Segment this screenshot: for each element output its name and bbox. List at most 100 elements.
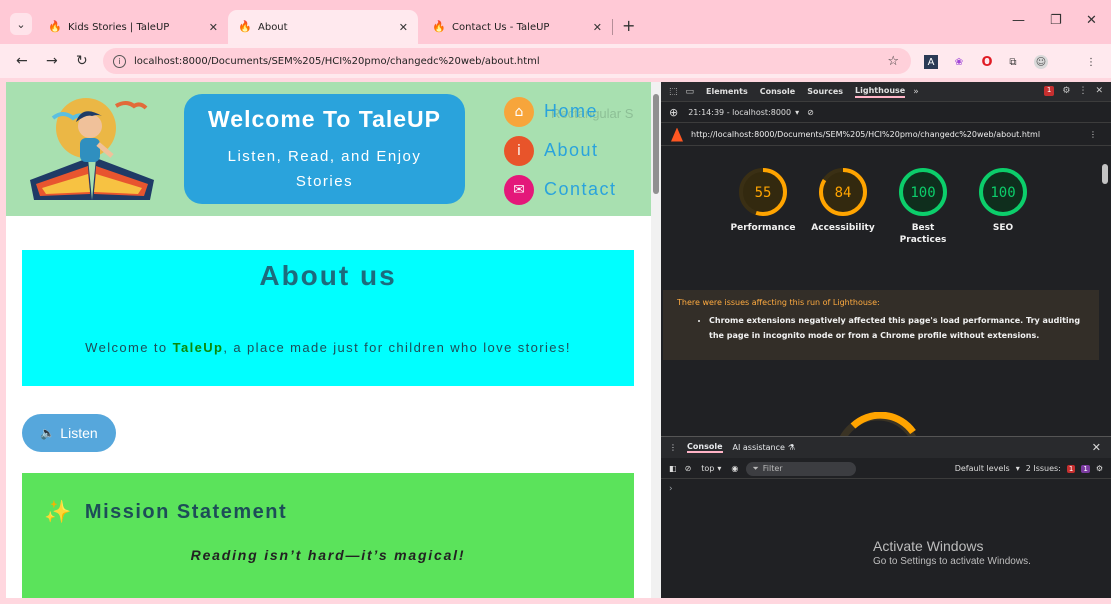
score-gauge[interactable]: 100 SEO	[963, 166, 1043, 234]
eye-icon[interactable]: ◉	[731, 464, 738, 473]
drawer-tab-console[interactable]: Console	[687, 442, 723, 453]
close-icon[interactable]: ✕	[209, 21, 218, 34]
close-icon[interactable]: ✕	[399, 21, 408, 34]
address-bar[interactable]: i localhost:8000/Documents/SEM%205/HCI%2…	[103, 48, 911, 74]
nav-about-label: About	[544, 140, 599, 160]
devtools-tab-bar: ⬚ ▭ Elements Console Sources Lighthouse …	[661, 82, 1111, 102]
about-text: Welcome to TaleUp, a place made just for…	[22, 340, 634, 355]
console-prompt-icon[interactable]: ›	[669, 484, 673, 494]
devtools-panel: ⬚ ▭ Elements Console Sources Lighthouse …	[661, 82, 1111, 598]
welcome-title: Welcome To TaleUP	[208, 106, 441, 132]
mission-heading: ✨ Mission Statement	[44, 499, 287, 525]
about-text-after: , a place made just for children who lov…	[223, 340, 571, 355]
score-gauge[interactable]: 84 Accessibility	[803, 166, 883, 234]
tab-kids-stories[interactable]: 🔥 Kids Stories | TaleUP ✕	[38, 10, 228, 44]
warning-title: There were issues affecting this run of …	[677, 298, 880, 307]
listen-button-label: Listen	[60, 425, 98, 441]
warning-issue-count[interactable]: 1	[1081, 464, 1090, 473]
clear-reports-icon[interactable]: ⊘	[807, 108, 814, 117]
console-settings-gear-icon[interactable]: ⚙	[1096, 464, 1103, 473]
address-url: localhost:8000/Documents/SEM%205/HCI%20p…	[134, 55, 540, 67]
nav-contact[interactable]: ✉ Contact	[504, 170, 617, 209]
browser-menu-icon[interactable]: ⋮	[1084, 55, 1098, 69]
inspect-element-icon[interactable]: ⬚	[669, 87, 678, 97]
page-viewport: Welcome To TaleUP Listen, Read, and Enjo…	[6, 82, 651, 598]
drawer-close-icon[interactable]: ✕	[1092, 441, 1101, 454]
chevron-down-icon[interactable]: ▾	[795, 108, 799, 117]
taleup-favicon-icon: 🔥	[48, 20, 62, 33]
tab-elements[interactable]: Elements	[706, 87, 748, 96]
mission-tagline: Reading isn’t hard—it’s magical!	[190, 547, 466, 563]
listen-button[interactable]: 🔈 Listen	[22, 414, 116, 452]
settings-gear-icon[interactable]: ⚙	[1062, 86, 1070, 96]
device-toolbar-icon[interactable]: ▭	[686, 87, 695, 97]
opera-extension-icon[interactable]: O	[980, 55, 994, 70]
large-performance-gauge	[839, 412, 917, 436]
tab-lighthouse[interactable]: Lighthouse	[855, 86, 906, 98]
welcome-subtitle: Listen, Read, and Enjoy Stories	[227, 148, 422, 190]
forward-arrow-icon[interactable]: →	[46, 53, 58, 69]
gauge-ring: 100	[899, 168, 947, 216]
gauge-ring: 84	[819, 168, 867, 216]
chevron-down-icon: ▾	[717, 464, 722, 473]
gauge-value: 100	[990, 185, 1015, 201]
gauge-value: 84	[835, 185, 852, 201]
levels-dropdown[interactable]: Default levels	[955, 464, 1010, 473]
tab-console[interactable]: Console	[760, 87, 796, 96]
lighthouse-toolbar: ⊕ 21:14:39 - localhost:8000 ▾ ⊘	[661, 103, 1111, 123]
about-brand: TaleUp	[172, 340, 224, 355]
nav-about[interactable]: i About	[504, 131, 617, 170]
sidebar-toggle-icon[interactable]: ◧	[669, 464, 677, 473]
score-gauge[interactable]: 100 Best Practices	[883, 166, 963, 246]
close-icon[interactable]: ✕	[593, 21, 602, 34]
bookmark-star-icon[interactable]: ☆	[887, 54, 899, 69]
tab-search-button[interactable]: ⌄	[10, 13, 32, 35]
console-filter-input[interactable]: ⏷ Filter	[746, 461, 857, 476]
tab-title: About	[258, 21, 288, 33]
gauge-value: 55	[755, 185, 772, 201]
back-arrow-icon[interactable]: ←	[16, 53, 28, 69]
new-report-plus-icon[interactable]: ⊕	[669, 106, 678, 119]
lighthouse-url-bar: http://localhost:8000/Documents/SEM%205/…	[661, 124, 1111, 146]
extensions-puzzle-icon[interactable]: ⧉	[1006, 55, 1020, 69]
drawer-menu-icon[interactable]: ⋮	[669, 443, 677, 452]
lighthouse-url: http://localhost:8000/Documents/SEM%205/…	[691, 130, 1041, 139]
nav-home[interactable]: ⌂ Home	[504, 92, 617, 131]
drawer-tab-ai-assistance[interactable]: AI assistance	[733, 443, 785, 452]
report-selector[interactable]: 21:14:39 - localhost:8000	[688, 108, 791, 117]
window-close-icon[interactable]: ✕	[1086, 13, 1097, 28]
nav-home-label: Home	[544, 101, 599, 121]
translate-extension-icon[interactable]: A	[924, 55, 938, 69]
browser-toolbar: ← → ↻ i localhost:8000/Documents/SEM%205…	[0, 44, 1111, 78]
new-tab-button[interactable]: +	[622, 16, 635, 35]
minimize-icon[interactable]: —	[1012, 13, 1025, 28]
profile-avatar-icon[interactable]: ☺	[1034, 55, 1048, 69]
lighthouse-menu-icon[interactable]: ⋮	[1089, 130, 1097, 139]
reload-icon[interactable]: ↻	[76, 53, 88, 69]
issues-text[interactable]: 2 Issues:	[1026, 464, 1061, 473]
context-selector[interactable]: top	[701, 464, 714, 473]
error-issue-count[interactable]: 1	[1066, 464, 1076, 473]
puzzle-color-extension-icon[interactable]: ❀	[952, 55, 966, 69]
tab-about[interactable]: 🔥 About ✕	[228, 10, 418, 44]
page-scrollbar-thumb[interactable]	[653, 94, 659, 194]
devtools-scrollbar-thumb[interactable]	[1102, 164, 1108, 184]
issues-badge[interactable]: 1	[1043, 86, 1055, 96]
about-heading: About us	[259, 260, 397, 291]
devtools-scrollbar[interactable]	[1099, 146, 1111, 436]
flask-icon: ⚗	[787, 443, 796, 452]
more-tabs-icon[interactable]: »	[913, 87, 919, 97]
clear-console-icon[interactable]: ⊘	[685, 464, 692, 473]
welcome-banner: Welcome To TaleUP Listen, Read, and Enjo…	[184, 94, 465, 204]
tab-separator	[612, 19, 613, 35]
score-gauges: 55 Performance 84 Accessibility 100 Best Prac…	[661, 166, 1101, 266]
site-info-icon[interactable]: i	[113, 54, 126, 68]
tab-contact[interactable]: 🔥 Contact Us - TaleUP ✕	[422, 10, 612, 44]
restore-icon[interactable]: ❐	[1050, 13, 1062, 28]
score-gauge[interactable]: 55 Performance	[723, 166, 803, 234]
chevron-down-icon: ▾	[1015, 464, 1020, 473]
tab-sources[interactable]: Sources	[807, 87, 843, 96]
devtools-menu-icon[interactable]: ⋮	[1078, 86, 1087, 96]
devtools-close-icon[interactable]: ✕	[1095, 86, 1103, 96]
page-scrollbar[interactable]	[651, 82, 661, 598]
